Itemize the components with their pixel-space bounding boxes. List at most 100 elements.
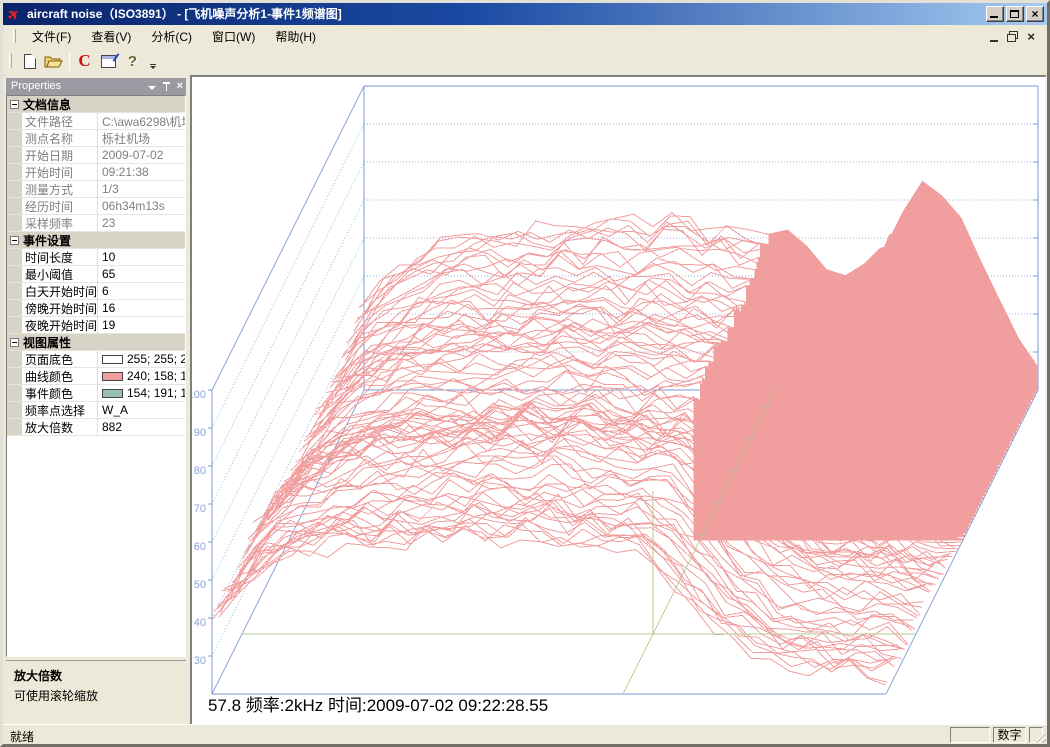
property-value[interactable]: W_A — [98, 403, 185, 417]
property-row[interactable]: 最小阈值65 — [7, 266, 185, 283]
mdi-restore-button[interactable] — [1007, 31, 1018, 42]
property-label: 开始日期 — [22, 147, 98, 164]
window-title: aircraft noise（ISO3891） - [飞机噪声分析1-事件1频谱… — [27, 7, 342, 21]
airplane-icon: ✈ — [4, 3, 27, 24]
property-row[interactable]: 开始时间09:21:38 — [7, 164, 185, 181]
property-value[interactable]: C:\awa6298\机场 — [98, 113, 185, 130]
category-view-properties[interactable]: 视图属性 — [7, 334, 185, 351]
property-row[interactable]: 采样频率23 — [7, 215, 185, 232]
property-value[interactable]: 154; 191; 180 — [98, 386, 185, 400]
menu-help[interactable]: 帮助(H) — [265, 26, 326, 47]
open-file-button[interactable] — [42, 50, 65, 72]
property-row[interactable]: 测量方式1/3 — [7, 181, 185, 198]
title-bar[interactable]: ✈ aircraft noise（ISO3891） - [飞机噪声分析1-事件1… — [3, 3, 1047, 25]
property-help-text: 可使用滚轮缩放 — [14, 687, 178, 704]
property-row[interactable]: 曲线颜色240; 158; 158 — [7, 368, 185, 385]
new-file-button[interactable] — [18, 50, 41, 72]
property-row[interactable]: 时间长度10 — [7, 249, 185, 266]
property-value[interactable]: 882 — [98, 420, 185, 434]
property-value[interactable]: 10 — [98, 250, 185, 264]
property-row[interactable]: 测点名称栎社机场 — [7, 130, 185, 147]
property-value[interactable]: 06h34m13s — [98, 199, 185, 213]
property-row[interactable]: 页面底色255; 255; 255 — [7, 351, 185, 368]
help-button[interactable]: ? — [121, 50, 144, 72]
category-doc-info[interactable]: 文档信息 — [7, 96, 185, 113]
open-folder-icon — [44, 54, 63, 69]
menu-gripper[interactable] — [13, 29, 16, 43]
property-label: 开始时间 — [22, 164, 98, 181]
app-window: ✈ aircraft noise（ISO3891） - [飞机噪声分析1-事件1… — [0, 0, 1050, 747]
property-row[interactable]: 开始日期2009-07-02 — [7, 147, 185, 164]
property-row[interactable]: 白天开始时间6 — [7, 283, 185, 300]
property-label: 曲线颜色 — [22, 368, 98, 385]
y-axis-tick-label: 60 — [194, 541, 206, 553]
property-value[interactable]: 65 — [98, 267, 185, 281]
property-value[interactable]: 23 — [98, 216, 185, 230]
cursor-readout: 57.8 频率:2kHz 时间:2009-07-02 09:22:28.55 — [208, 691, 548, 716]
properties-panel: Properties × 文档信息 文件路径C:\awa6298\机场 测点名称… — [6, 75, 188, 726]
menu-file[interactable]: 文件(F) — [22, 26, 81, 47]
minimize-button[interactable] — [986, 6, 1004, 22]
property-row[interactable]: 事件颜色154; 191; 180 — [7, 385, 185, 402]
spectrum-chart-window: 10090807060504030 57.8 频率:2kHz 时间:2009-0… — [190, 75, 1047, 726]
maximize-button[interactable] — [1006, 6, 1024, 22]
mdi-minimize-button[interactable] — [990, 40, 998, 42]
property-value[interactable]: 09:21:38 — [98, 165, 185, 179]
property-row[interactable]: 放大倍数882 — [7, 419, 185, 436]
property-label: 最小阈值 — [22, 266, 98, 283]
close-button[interactable]: × — [1026, 6, 1044, 22]
property-label: 事件颜色 — [22, 385, 98, 402]
property-value[interactable]: 240; 158; 158 — [98, 369, 185, 383]
panel-close-icon[interactable]: × — [177, 82, 183, 91]
properties-panel-header[interactable]: Properties × — [6, 78, 186, 95]
property-value[interactable]: 6 — [98, 284, 185, 298]
menu-view[interactable]: 查看(V) — [81, 26, 141, 47]
waterfall-svg[interactable]: 10090807060504030 — [192, 77, 1045, 724]
collapse-icon[interactable] — [10, 236, 19, 245]
property-value[interactable]: 16 — [98, 301, 185, 315]
help-icon: ? — [128, 53, 137, 70]
toolbar-gripper[interactable] — [9, 54, 12, 68]
collapse-icon[interactable] — [10, 100, 19, 109]
property-label: 测点名称 — [22, 130, 98, 147]
property-row[interactable]: 频率点选择W_A — [7, 402, 185, 419]
property-row[interactable]: 经历时间06h34m13s — [7, 198, 185, 215]
properties-button[interactable] — [97, 50, 120, 72]
property-label: 放大倍数 — [22, 419, 98, 436]
property-value[interactable]: 2009-07-02 — [98, 148, 185, 162]
mdi-close-button[interactable]: × — [1027, 30, 1035, 43]
status-bar: 就绪 数字 — [3, 724, 1047, 744]
property-grid: 文档信息 文件路径C:\awa6298\机场 测点名称栎社机场 开始日期2009… — [6, 95, 186, 657]
property-label: 时间长度 — [22, 249, 98, 266]
pin-icon[interactable] — [163, 82, 170, 91]
new-file-icon — [24, 54, 36, 69]
y-axis-tick-label: 100 — [192, 389, 206, 401]
toolbar-overflow-button[interactable] — [149, 64, 157, 69]
menu-analysis[interactable]: 分析(C) — [141, 26, 202, 47]
collapse-icon[interactable] — [10, 338, 19, 347]
category-event-settings[interactable]: 事件设置 — [7, 232, 185, 249]
property-value[interactable]: 255; 255; 255 — [98, 352, 185, 366]
property-label: 经历时间 — [22, 198, 98, 215]
property-row[interactable]: 夜晚开始时间19 — [7, 317, 185, 334]
y-axis-tick-label: 50 — [194, 579, 206, 591]
y-axis-tick-label: 70 — [194, 503, 206, 515]
menu-bar: 文件(F) 查看(V) 分析(C) 窗口(W) 帮助(H) × — [3, 25, 1047, 47]
property-help-title: 放大倍数 — [14, 667, 178, 684]
properties-panel-title: Properties — [11, 80, 61, 92]
color-swatch — [102, 372, 123, 381]
property-value[interactable]: 1/3 — [98, 182, 185, 196]
property-value[interactable]: 栎社机场 — [98, 130, 185, 147]
property-label: 白天开始时间 — [22, 283, 98, 300]
panel-menu-chevron-icon[interactable] — [148, 86, 156, 90]
property-row[interactable]: 傍晚开始时间16 — [7, 300, 185, 317]
property-label: 傍晚开始时间 — [22, 300, 98, 317]
property-value[interactable]: 19 — [98, 318, 185, 332]
property-label: 文件路径 — [22, 113, 98, 130]
menu-window[interactable]: 窗口(W) — [202, 26, 265, 47]
y-axis-tick-label: 40 — [194, 617, 206, 629]
property-label: 频率点选择 — [22, 402, 98, 419]
property-row[interactable]: 文件路径C:\awa6298\机场 — [7, 113, 185, 130]
calibrate-button[interactable]: C — [73, 50, 96, 72]
properties-icon — [101, 55, 116, 68]
